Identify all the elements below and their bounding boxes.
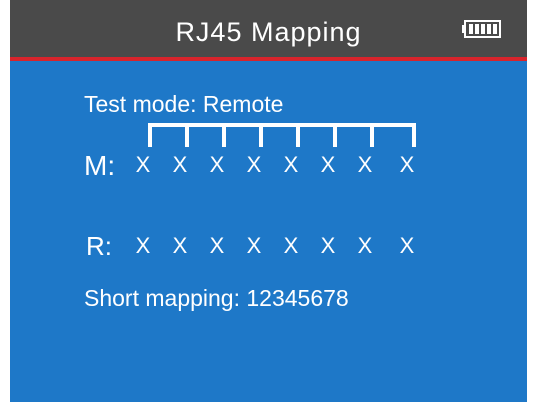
r-pin-8: X (399, 233, 415, 258)
short-mapping-label: Short mapping: 12345678 (84, 285, 349, 311)
m-pin-4: X (246, 152, 262, 177)
r-pin-1: X (135, 233, 151, 258)
r-pin-4: X (246, 233, 262, 258)
r-pin-row: X X X X X X X X (131, 233, 421, 267)
m-pin-3: X (209, 152, 225, 177)
m-pin-2: X (172, 152, 188, 177)
m-pin-8: X (399, 152, 415, 177)
r-row-label: R: (86, 231, 112, 261)
r-pin-6: X (320, 233, 336, 258)
m-pin-row: X X X X X X X X (131, 152, 421, 186)
r-pin-7: X (357, 233, 373, 258)
r-pin-3: X (209, 233, 225, 258)
m-row-label: M: (84, 150, 116, 181)
test-mode-label: Test mode: Remote (84, 91, 284, 117)
pin-bracket (148, 123, 416, 147)
m-pin-1: X (135, 152, 151, 177)
m-pin-6: X (320, 152, 336, 177)
r-pin-2: X (172, 233, 188, 258)
m-pin-5: X (283, 152, 299, 177)
r-pin-5: X (283, 233, 299, 258)
m-pin-7: X (357, 152, 373, 177)
